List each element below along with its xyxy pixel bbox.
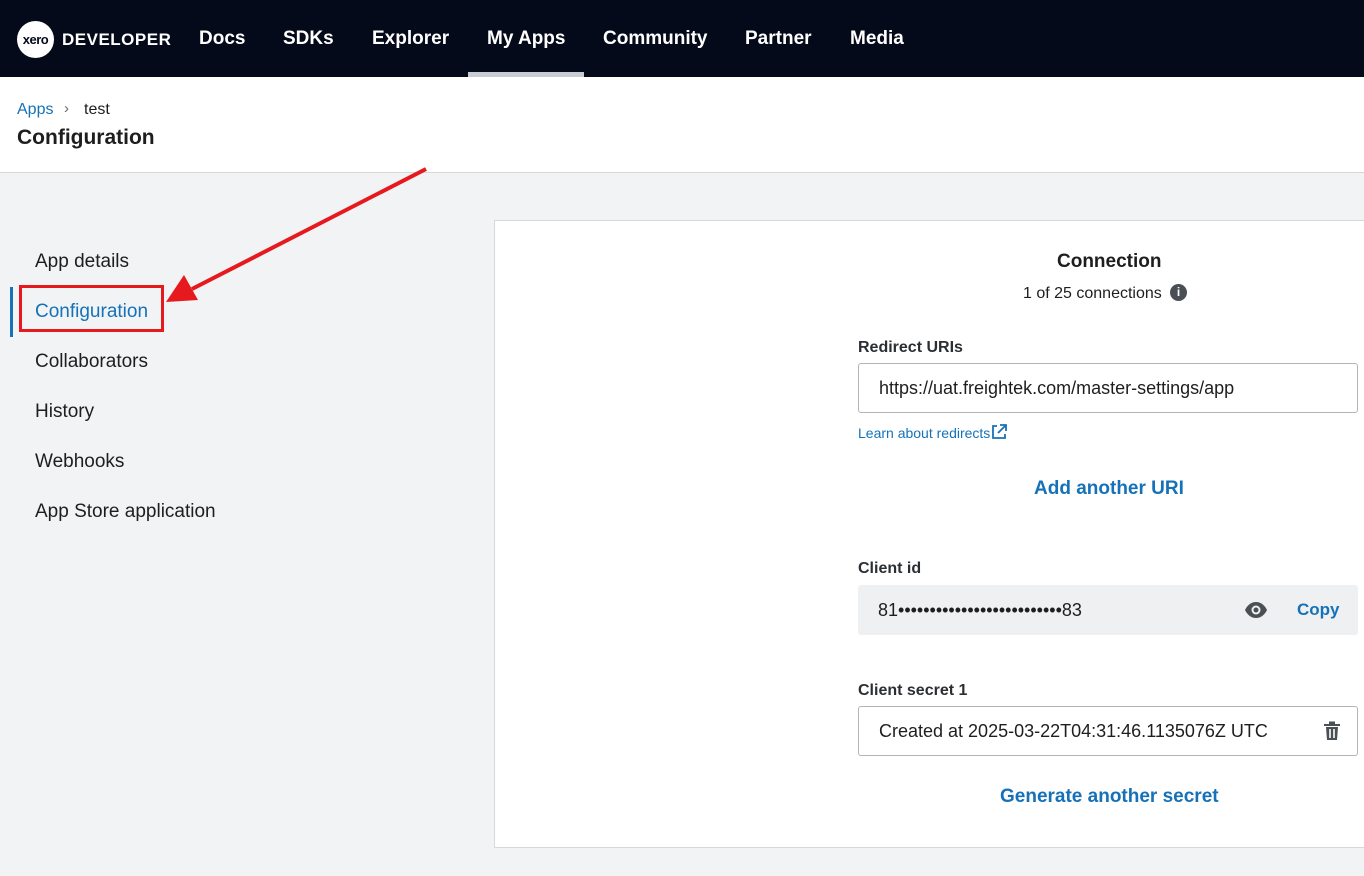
- eye-icon[interactable]: [1244, 599, 1268, 621]
- sidebar-item-app-store-application[interactable]: App Store application: [35, 501, 216, 523]
- sidebar-active-indicator: [10, 287, 13, 337]
- nav-media[interactable]: Media: [850, 28, 904, 50]
- logo-text[interactable]: DEVELOPER: [62, 30, 171, 50]
- add-another-uri-button[interactable]: Add another URI: [1034, 478, 1184, 500]
- connection-title: Connection: [1057, 251, 1162, 272]
- client-id-label: Client id: [858, 560, 922, 577]
- generate-another-secret-button[interactable]: Generate another secret: [1000, 786, 1219, 808]
- sidebar-item-collaborators[interactable]: Collaborators: [35, 351, 148, 373]
- top-nav: xero DEVELOPER Docs SDKs Explorer My App…: [0, 0, 1364, 77]
- breadcrumb-current: test: [84, 101, 110, 118]
- external-link-icon[interactable]: [991, 424, 1007, 440]
- nav-my-apps[interactable]: My Apps: [487, 28, 565, 50]
- redirect-uris-label: Redirect URIs: [858, 339, 963, 356]
- nav-sdks[interactable]: SDKs: [283, 28, 334, 50]
- xero-logo[interactable]: xero: [17, 21, 54, 58]
- breadcrumb-apps-link[interactable]: Apps: [17, 101, 53, 119]
- connection-count: 1 of 25 connections: [1023, 285, 1162, 302]
- copy-client-id-button[interactable]: Copy: [1297, 600, 1340, 620]
- page-header: Apps › test Configuration: [0, 77, 1364, 173]
- trash-icon[interactable]: [1323, 721, 1341, 741]
- client-secret-field: Created at 2025-03-22T04:31:46.1135076Z …: [858, 706, 1358, 756]
- learn-about-redirects-link[interactable]: Learn about redirects: [858, 425, 990, 441]
- annotation-highlight-box: [19, 285, 164, 332]
- client-id-value: 81••••••••••••••••••••••••••83: [878, 600, 1082, 620]
- nav-partner[interactable]: Partner: [745, 28, 812, 50]
- nav-explorer[interactable]: Explorer: [372, 28, 449, 50]
- client-secret-value: Created at 2025-03-22T04:31:46.1135076Z …: [879, 721, 1268, 741]
- sidebar-item-webhooks[interactable]: Webhooks: [35, 451, 124, 473]
- client-secret-label: Client secret 1: [858, 682, 968, 699]
- info-icon[interactable]: i: [1170, 284, 1187, 301]
- nav-community[interactable]: Community: [603, 28, 708, 50]
- sidebar-item-app-details[interactable]: App details: [35, 251, 129, 273]
- redirect-uri-input[interactable]: [858, 363, 1358, 413]
- client-id-field: 81••••••••••••••••••••••••••83 Copy: [858, 585, 1358, 635]
- breadcrumb-chevron-icon: ›: [64, 100, 69, 117]
- nav-docs[interactable]: Docs: [199, 28, 245, 50]
- sidebar-item-history[interactable]: History: [35, 401, 94, 423]
- page-title: Configuration: [17, 126, 155, 149]
